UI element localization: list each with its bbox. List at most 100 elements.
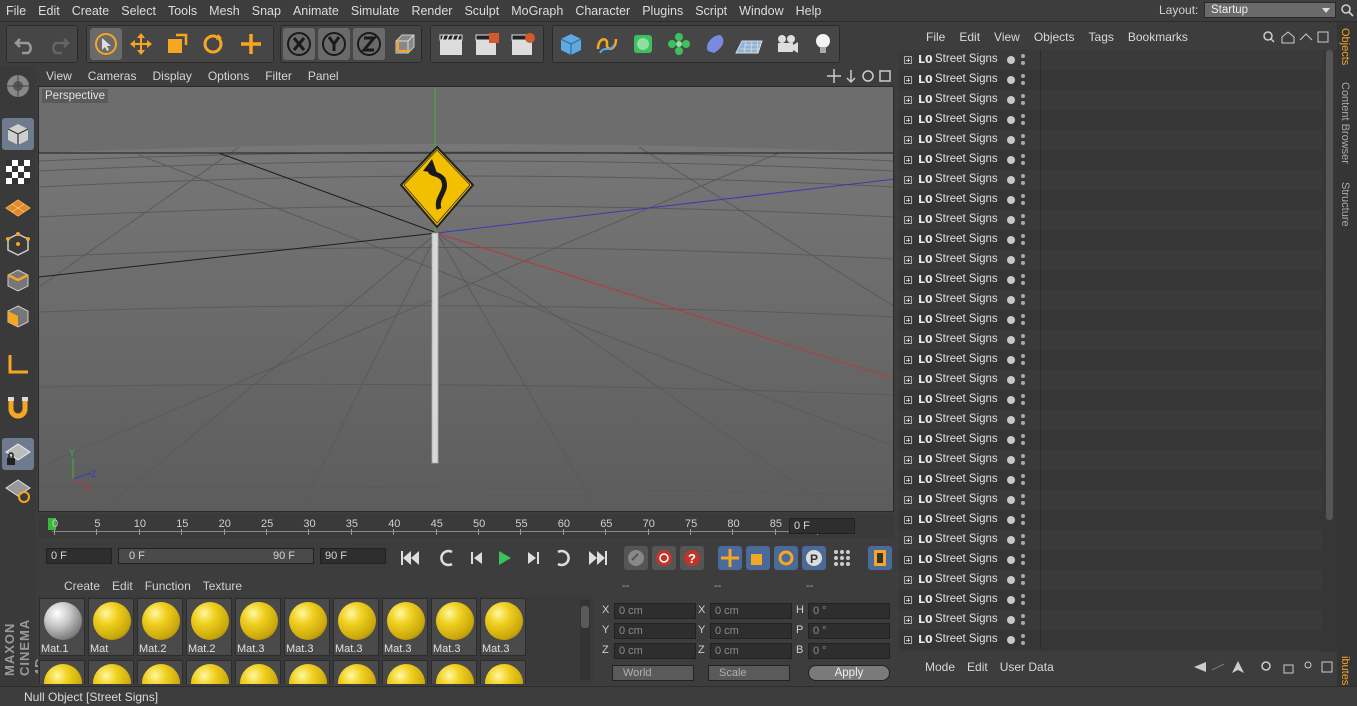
layer-dot-icon[interactable] [1007,216,1015,224]
menu-script[interactable]: Script [689,0,733,22]
object-name[interactable]: Street Signs [935,53,998,65]
material-swatch[interactable]: Mat.3 [284,598,330,656]
material-scrollbar[interactable] [580,600,590,680]
material-menu-edit[interactable]: Edit [106,579,139,593]
object-name[interactable]: Street Signs [935,493,998,505]
key-pla-button[interactable] [830,546,854,570]
editor-visibility-icon[interactable] [1021,254,1025,258]
editor-visibility-icon[interactable] [1021,234,1025,238]
object-name[interactable]: Street Signs [935,73,998,85]
editor-visibility-icon[interactable] [1021,474,1025,478]
editor-visibility-icon[interactable] [1021,174,1025,178]
menu-select[interactable]: Select [115,0,162,22]
object-name[interactable]: Street Signs [935,113,998,125]
menu-file[interactable]: File [0,0,32,22]
object-row[interactable]: L0 Street Signs [899,610,1323,630]
object-row[interactable]: L0 Street Signs [899,350,1323,370]
floor-button[interactable] [733,28,765,60]
editor-visibility-icon[interactable] [1021,94,1025,98]
material-swatch[interactable]: Mat.3 [235,598,281,656]
previous-key-button[interactable] [437,546,461,570]
layer-dot-icon[interactable] [1007,556,1015,564]
layer-dot-icon[interactable] [1007,296,1015,304]
object-name[interactable]: Street Signs [935,633,998,645]
record-active-button[interactable] [624,546,648,570]
y-axis-lock-button[interactable] [318,28,350,60]
goto-end-button[interactable] [586,546,610,570]
render-visibility-icon[interactable] [1021,561,1025,565]
menu-sculpt[interactable]: Sculpt [458,0,505,22]
tab-attributes[interactable]: ibutes [1339,656,1351,685]
menu-animate[interactable]: Animate [287,0,345,22]
layer-dot-icon[interactable] [1007,276,1015,284]
render-visibility-icon[interactable] [1021,281,1025,285]
object-menu-view[interactable]: View [987,30,1027,44]
snap-button[interactable] [2,392,34,424]
live-select-button[interactable] [90,28,122,60]
menu-mesh[interactable]: Mesh [203,0,246,22]
scale-tool-button[interactable] [161,28,193,60]
expand-icon[interactable] [904,516,912,524]
object-name[interactable]: Street Signs [935,313,998,325]
editor-visibility-icon[interactable] [1021,274,1025,278]
material-swatch[interactable] [235,660,281,684]
apply-button[interactable]: Apply [808,665,890,681]
expand-icon[interactable] [904,216,912,224]
workplane-mode-button[interactable] [2,192,34,224]
render-visibility-icon[interactable] [1021,601,1025,605]
editor-visibility-icon[interactable] [1021,314,1025,318]
layer-dot-icon[interactable] [1007,316,1015,324]
menu-snap[interactable]: Snap [246,0,287,22]
render-visibility-icon[interactable] [1021,621,1025,625]
editor-visibility-icon[interactable] [1021,574,1025,578]
tab-content-browser[interactable]: Content Browser [1339,82,1351,164]
object-row[interactable]: L0 Street Signs [899,330,1323,350]
object-name[interactable]: Street Signs [935,333,998,345]
viewport-menu-filter[interactable]: Filter [257,69,300,83]
render-visibility-icon[interactable] [1021,441,1025,445]
editor-visibility-icon[interactable] [1021,634,1025,638]
coord-value-field[interactable]: 0 cm [614,623,696,639]
object-name[interactable]: Street Signs [935,133,998,145]
layer-dot-icon[interactable] [1007,136,1015,144]
render-visibility-icon[interactable] [1021,501,1025,505]
expand-icon[interactable] [904,276,912,284]
expand-icon[interactable] [904,556,912,564]
object-name[interactable]: Street Signs [935,433,998,445]
expand-icon[interactable] [904,136,912,144]
render-visibility-icon[interactable] [1021,521,1025,525]
editor-visibility-icon[interactable] [1021,194,1025,198]
layout-select[interactable]: Startup [1204,2,1336,18]
search-icon[interactable] [1340,3,1354,17]
expand-icon[interactable] [904,176,912,184]
start-frame-field[interactable]: 0 F [46,548,112,564]
object-row[interactable]: L0 Street Signs [899,170,1323,190]
edges-mode-button[interactable] [2,264,34,296]
undo-button[interactable] [9,28,41,60]
expand-icon[interactable] [904,296,912,304]
material-swatch[interactable]: Mat.1 [39,598,85,656]
timeline-window-button[interactable] [868,546,892,570]
object-row[interactable]: L0 Street Signs [899,110,1323,130]
coord-value-field[interactable]: 0 ° [808,643,890,659]
editor-visibility-icon[interactable] [1021,294,1025,298]
editor-visibility-icon[interactable] [1021,414,1025,418]
render-visibility-icon[interactable] [1021,581,1025,585]
object-row[interactable]: L0 Street Signs [899,70,1323,90]
object-manager-tool-icons[interactable] [1262,30,1336,44]
redo-button[interactable] [43,28,75,60]
viewport-menu-view[interactable]: View [38,69,80,83]
expand-icon[interactable] [904,316,912,324]
menu-window[interactable]: Window [733,0,789,22]
object-name[interactable]: Street Signs [935,233,998,245]
render-visibility-icon[interactable] [1021,181,1025,185]
object-row[interactable]: L0 Street Signs [899,250,1323,270]
layer-dot-icon[interactable] [1007,436,1015,444]
material-swatch[interactable] [480,660,526,684]
object-row[interactable]: L0 Street Signs [899,550,1323,570]
object-name[interactable]: Street Signs [935,213,998,225]
object-row[interactable]: L0 Street Signs [899,270,1323,290]
next-key-button[interactable] [549,546,573,570]
menu-plugins[interactable]: Plugins [636,0,689,22]
layer-dot-icon[interactable] [1007,576,1015,584]
